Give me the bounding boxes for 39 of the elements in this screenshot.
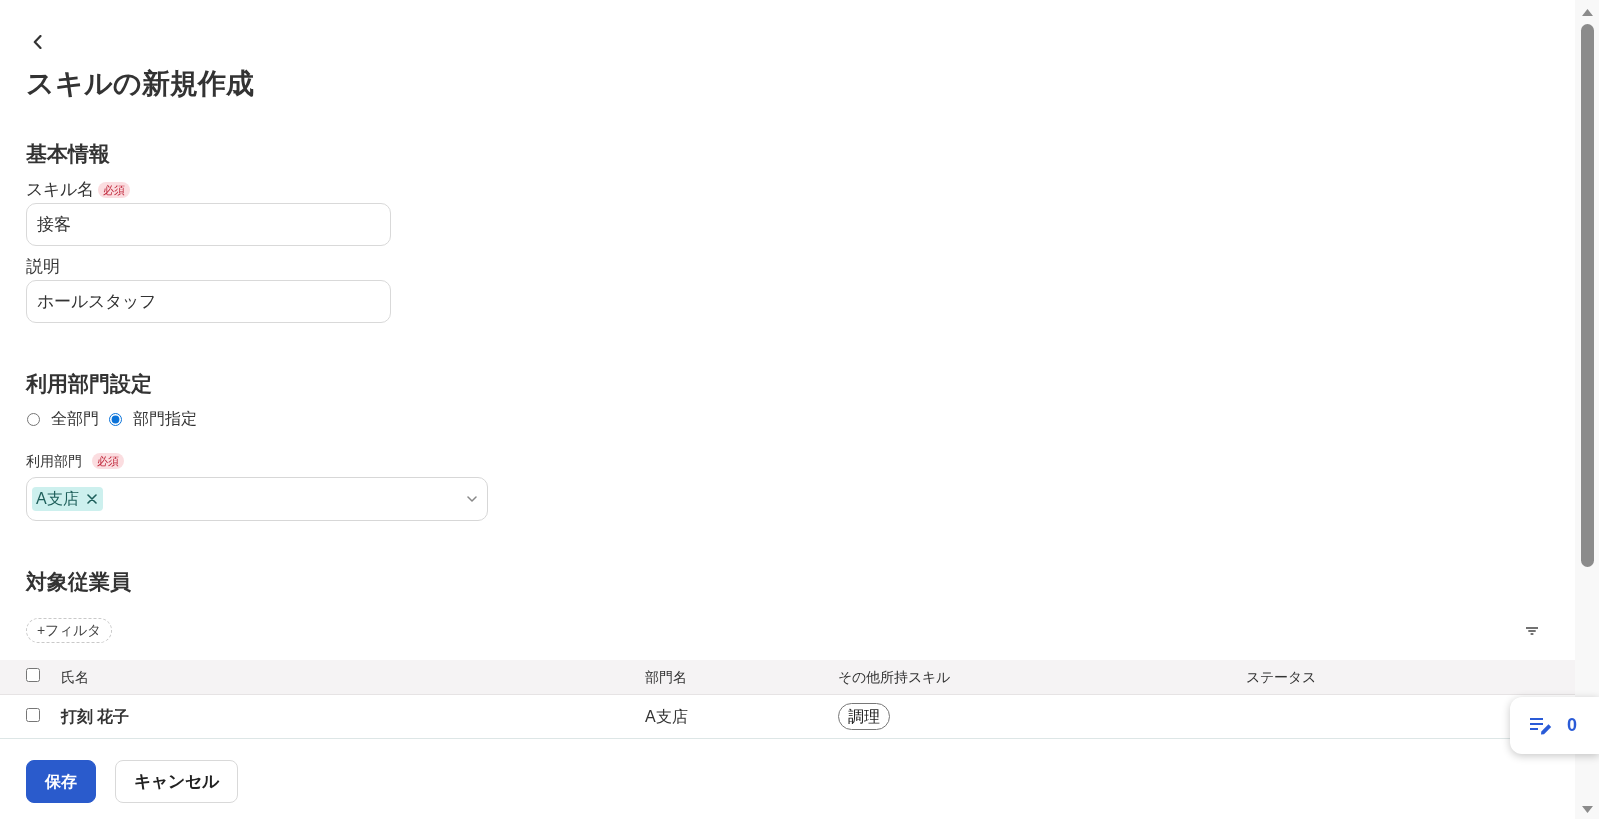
- tag-label: A支店: [36, 489, 79, 509]
- chevron-down-icon[interactable]: [467, 496, 477, 502]
- column-header: ステータス: [1246, 668, 1316, 685]
- column-header: 部門名: [645, 668, 687, 685]
- column-header: 氏名: [61, 668, 89, 685]
- scrollbar[interactable]: [1575, 0, 1599, 819]
- column-header: その他所持スキル: [838, 668, 950, 685]
- radio-button[interactable]: [27, 412, 40, 426]
- list-pencil-icon: [1530, 716, 1552, 735]
- chevron-left-icon: [33, 35, 42, 49]
- radio-button[interactable]: [109, 412, 122, 426]
- row-checkbox[interactable]: [26, 707, 40, 722]
- edits-count-button[interactable]: 0: [1510, 697, 1599, 754]
- down-arrow-icon[interactable]: [1581, 806, 1593, 813]
- section-heading: 対象従業員: [26, 569, 131, 595]
- back-button[interactable]: [33, 35, 42, 49]
- up-arrow-icon[interactable]: [1581, 9, 1593, 16]
- select-all-checkbox[interactable]: [26, 667, 40, 682]
- text-field[interactable]: ホールスタッフ: [26, 280, 391, 323]
- radio-label[interactable]: 全部門: [51, 407, 99, 431]
- page-title: スキルの新規作成: [26, 67, 254, 101]
- section-heading: 基本情報: [26, 141, 110, 167]
- field-label: 説明: [26, 256, 60, 278]
- field-label: スキル名: [26, 179, 94, 201]
- cancel-button[interactable]: キャンセル: [115, 760, 238, 803]
- section-heading: 利用部門設定: [26, 371, 152, 397]
- required-badge: 必須: [98, 182, 130, 198]
- required-badge: 必須: [92, 453, 124, 469]
- field-label: 利用部門: [26, 452, 82, 471]
- filter-icon[interactable]: [1526, 626, 1538, 635]
- department-select[interactable]: A支店: [26, 477, 488, 521]
- text-field[interactable]: 接客: [26, 203, 391, 246]
- save-button[interactable]: 保存: [26, 760, 96, 803]
- add-filter-button[interactable]: +フィルタ: [26, 618, 113, 643]
- scrollbar-thumb[interactable]: [1580, 24, 1594, 567]
- table-cell: 打刻 花子: [61, 707, 130, 725]
- table-cell: A支店: [645, 707, 688, 725]
- close-icon[interactable]: [86, 494, 97, 504]
- radio-label[interactable]: 部門指定: [133, 407, 197, 431]
